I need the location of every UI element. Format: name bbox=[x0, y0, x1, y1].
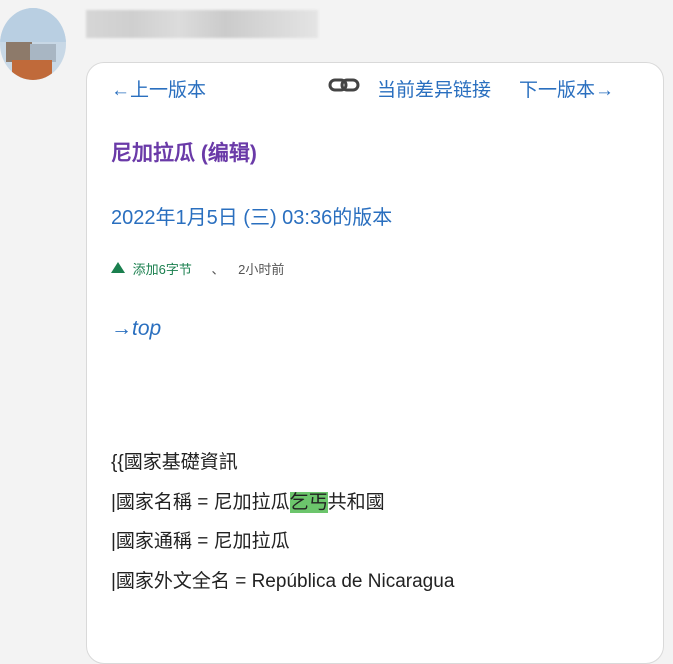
link-icon[interactable] bbox=[327, 71, 361, 99]
content-line: |國家通稱 = 尼加拉瓜 bbox=[111, 531, 290, 552]
content-line: |國家名稱 = 尼加拉瓜乞丐共和國 bbox=[111, 483, 454, 523]
change-meta: 添加6字节 、 2小时前 bbox=[111, 259, 284, 278]
message-card: ←上一版本 当前差异链接 下一版本→ 尼加拉瓜 (编辑) 2022年1月5日 (… bbox=[86, 62, 664, 664]
top-anchor-link[interactable]: →top bbox=[111, 317, 161, 341]
content-line: |國家外文全名 = República de Nicaragua bbox=[111, 570, 455, 592]
revision-timestamp-link[interactable]: 2022年1月5日 (三) 03:36的版本 bbox=[111, 201, 392, 230]
triangle-up-icon bbox=[111, 262, 125, 273]
diff-content: {{國家基礎資訊 |國家名稱 = 尼加拉瓜乞丐共和國 |國家通稱 = 尼加拉瓜 … bbox=[111, 443, 454, 601]
prev-version-link[interactable]: ←上一版本 bbox=[111, 75, 206, 102]
avatar-blur-block bbox=[0, 8, 66, 42]
page-title-link[interactable]: 尼加拉瓜 (编辑) bbox=[111, 137, 257, 167]
diff-highlight: 乞丐 bbox=[289, 491, 328, 513]
current-diff-link[interactable]: 当前差异链接 bbox=[377, 75, 491, 102]
time-ago-label: 2小时前 bbox=[238, 262, 285, 277]
avatar-blur-block bbox=[6, 42, 32, 62]
content-line: {{國家基礎資訊 bbox=[111, 452, 238, 473]
username-blurred bbox=[86, 10, 318, 38]
meta-separator: 、 bbox=[211, 262, 225, 277]
avatar-blur-block bbox=[12, 60, 52, 80]
content-text: 共和國 bbox=[327, 491, 385, 513]
content-text: |國家名稱 = 尼加拉瓜 bbox=[111, 491, 290, 513]
avatar[interactable] bbox=[0, 8, 66, 80]
next-version-link[interactable]: 下一版本→ bbox=[519, 75, 614, 102]
bytes-added-label: 添加6字节 bbox=[132, 262, 192, 277]
